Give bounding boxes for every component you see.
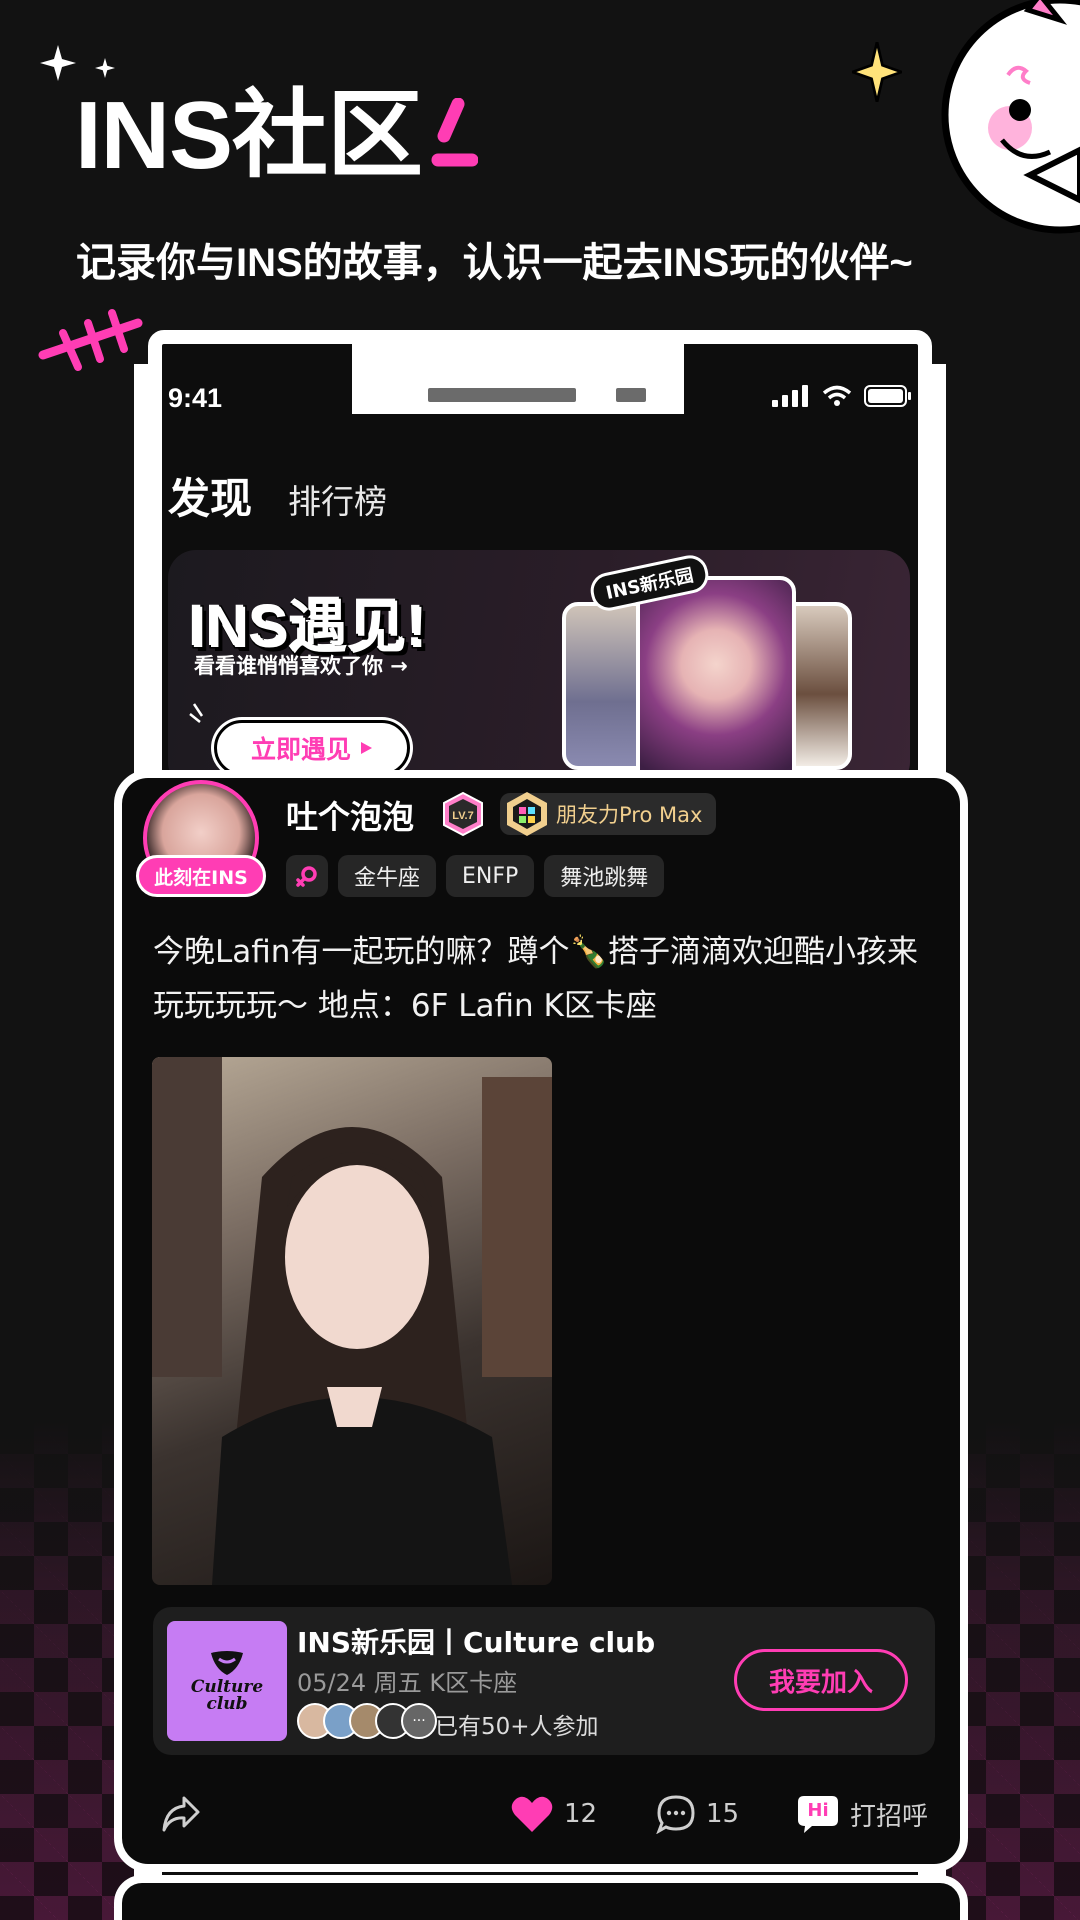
tab-bar: 发现 排行榜 xyxy=(168,465,387,526)
meet-now-button[interactable]: 立即遇见 xyxy=(214,720,410,776)
tag-chip: 金牛座 xyxy=(338,855,437,897)
mascot-icon xyxy=(941,0,1080,234)
author-tags: 金牛座 ENFP 舞池跳舞 xyxy=(286,855,665,897)
join-button[interactable]: 我要加入 xyxy=(734,1649,908,1711)
now-at-ins-badge: 此刻在INS xyxy=(136,855,266,897)
banner-subtitle: 看看谁悄悄喜欢了你 → xyxy=(194,654,408,678)
hero-title: INS社区 xyxy=(75,82,423,189)
event-title: INS新乐园丨Culture club xyxy=(297,1626,656,1659)
wifi-icon xyxy=(822,385,852,406)
sparkle-icon xyxy=(95,58,115,78)
author-name[interactable]: 吐个泡泡 xyxy=(286,792,414,838)
tab-discover[interactable]: 发现 xyxy=(168,465,252,526)
tag-chip: ENFP xyxy=(446,855,535,897)
comment-icon xyxy=(656,1795,695,1834)
event-date: 05/24 周五 K区卡座 xyxy=(297,1669,518,1697)
signal-icon xyxy=(772,385,808,407)
event-logo-line2: club xyxy=(206,1694,248,1714)
power-hexagon-icon xyxy=(507,792,547,836)
status-time: 9:41 xyxy=(168,383,223,413)
friend-power-badge: 朋友力Pro Max xyxy=(500,792,717,836)
play-arrow-icon xyxy=(361,742,372,754)
event-logo: Culture club xyxy=(167,1621,287,1741)
level-badge: LV.7 xyxy=(443,791,483,837)
status-icons xyxy=(772,385,912,407)
participant-avatars: ··· xyxy=(297,1703,437,1739)
more-participants-icon: ··· xyxy=(401,1703,437,1739)
battery-icon xyxy=(864,385,911,407)
hi-bubble-icon: Hi xyxy=(796,1794,840,1834)
heart-icon xyxy=(511,1796,553,1832)
pink-accent-mark xyxy=(431,98,478,167)
post-text: 今晚Lafin有一起玩的嘛？蹲个🍾搭子滴滴欢迎酷小孩来玩玩玩玩～ 地点：6F L… xyxy=(153,934,919,1024)
portrait-image xyxy=(152,1057,552,1585)
share-button[interactable] xyxy=(160,1794,202,1834)
like-button[interactable]: 12 xyxy=(510,1794,597,1834)
comment-count: 15 xyxy=(706,1799,740,1829)
post-photo[interactable] xyxy=(152,1057,552,1585)
participant-count: 已有50+人参加 xyxy=(435,1714,599,1740)
scribble-decoration xyxy=(38,309,143,371)
greet-badge: Hi xyxy=(807,1800,829,1821)
encounter-banner[interactable]: INS遇见! 看看谁悄悄喜欢了你 → 立即遇见 INS新乐园 xyxy=(168,550,910,790)
like-count: 12 xyxy=(564,1799,598,1829)
post-action-bar: 12 15 Hi 打招呼 xyxy=(160,1788,940,1844)
share-icon xyxy=(162,1796,200,1832)
sparkle-icon xyxy=(40,45,76,81)
camera-dot xyxy=(616,388,646,402)
greet-button[interactable]: Hi 打招呼 xyxy=(796,1794,928,1834)
next-post-card-peek xyxy=(114,1875,968,1920)
comment-button[interactable]: 15 xyxy=(656,1794,739,1834)
tab-ranking[interactable]: 排行榜 xyxy=(288,475,387,523)
hero-subtitle: 记录你与INS的故事，认识一起去INS玩的伙伴~ xyxy=(76,241,913,285)
spark-lines-icon xyxy=(189,703,204,723)
meet-now-label: 立即遇见 xyxy=(250,735,351,764)
star-sparkle-icon xyxy=(852,42,902,102)
female-icon xyxy=(296,866,317,887)
club-logo-icon xyxy=(211,1651,243,1675)
event-card[interactable]: Culture club INS新乐园丨Culture club 05/24 周… xyxy=(153,1607,935,1755)
greet-label: 打招呼 xyxy=(850,1801,929,1832)
speaker-bar xyxy=(428,388,576,402)
level-text: LV.7 xyxy=(452,810,473,822)
tag-chip: 舞池跳舞 xyxy=(544,855,665,897)
profile-photo-center xyxy=(636,576,796,790)
gender-chip xyxy=(286,855,328,897)
friend-power-label: 朋友力Pro Max xyxy=(556,803,703,827)
